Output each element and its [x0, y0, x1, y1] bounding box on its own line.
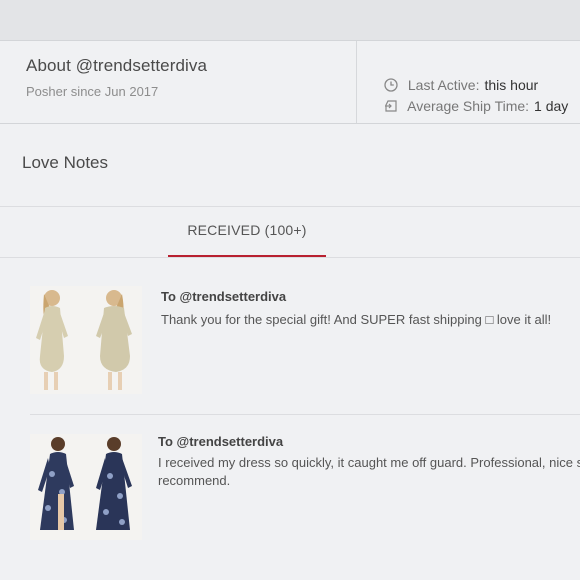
note-message: I received my dress so quickly, it caugh… — [158, 454, 580, 490]
note-message-line1: I received my dress so quickly, it caugh… — [158, 455, 580, 470]
love-notes-title: Love Notes — [22, 153, 108, 172]
tab-received[interactable]: RECEIVED (100+) — [168, 220, 326, 256]
page: About @trendsetterdiva Posher since Jun … — [0, 0, 580, 580]
about-title: About @trendsetterdiva — [26, 56, 208, 75]
love-notes-header-divider — [0, 206, 580, 207]
listing-thumbnail[interactable] — [30, 434, 142, 540]
love-notes-card: Love Notes RECEIVED (100+) To @trendsett… — [0, 123, 580, 580]
clock-icon — [384, 77, 408, 93]
ship-time-row: Average Ship Time: 1 day — [384, 98, 568, 114]
note-recipient[interactable]: To @trendsetterdiva — [161, 289, 286, 304]
last-active-label: Last Active: — [407, 77, 480, 93]
ship-time-label: Average Ship Time: — [407, 98, 530, 114]
note-recipient[interactable]: To @trendsetterdiva — [158, 434, 283, 449]
note-message-line2: recommend. — [158, 473, 231, 488]
top-strip — [0, 0, 580, 40]
last-active-value: this hour — [484, 77, 539, 93]
tabs-divider — [0, 257, 580, 258]
posher-since: Posher since Jun 2017 — [26, 84, 159, 99]
last-active-row: Last Active: this hour — [384, 77, 538, 93]
about-divider — [356, 41, 357, 123]
note-message: Thank you for the special gift! And SUPE… — [161, 312, 552, 327]
shipping-icon — [384, 98, 407, 114]
ship-time-value: 1 day — [534, 98, 569, 114]
note-divider — [30, 414, 580, 415]
listing-thumbnail[interactable] — [30, 286, 142, 394]
about-card: About @trendsetterdiva Posher since Jun … — [0, 40, 580, 123]
